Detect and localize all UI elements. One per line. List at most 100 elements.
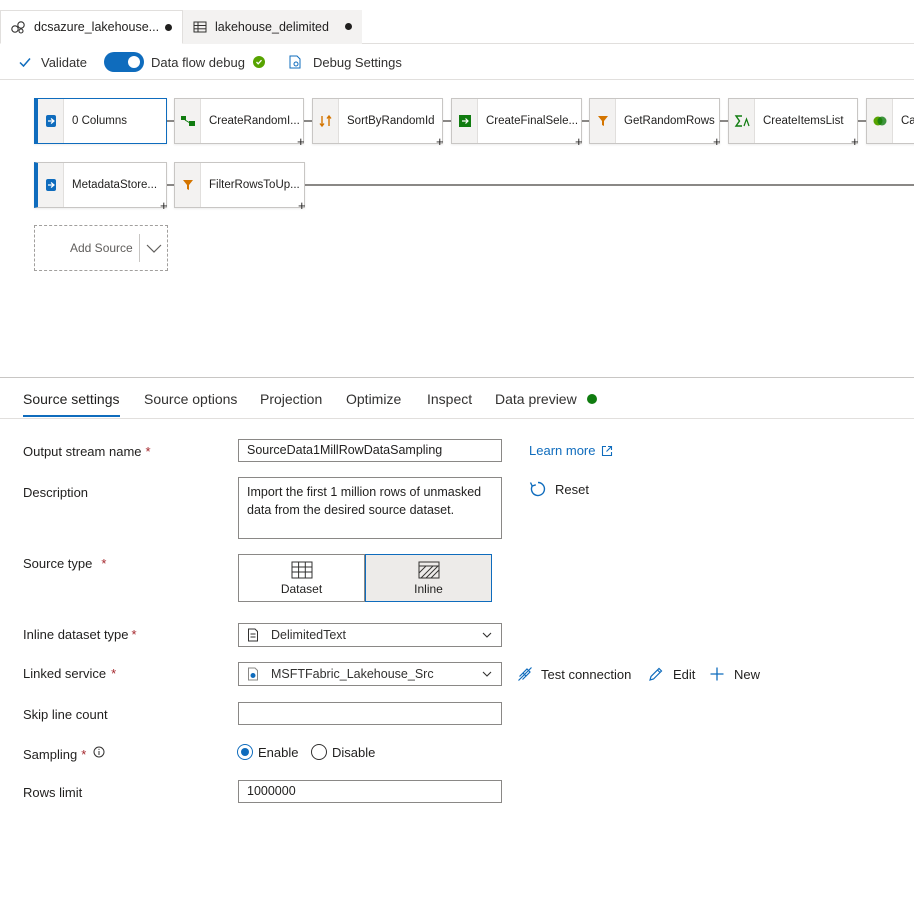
checkmark-icon bbox=[19, 58, 31, 68]
tab-lakehouse-delimited[interactable]: lakehouse_delimited bbox=[183, 10, 362, 44]
source-type-inline-button[interactable]: Inline bbox=[365, 554, 492, 602]
tab-source-settings[interactable]: Source settings bbox=[23, 379, 120, 419]
source-icon bbox=[38, 99, 64, 143]
add-step-icon[interactable]: + bbox=[160, 199, 168, 212]
flow-node-create-items-list[interactable]: CreateItemsList bbox=[728, 98, 858, 144]
filter-icon bbox=[175, 163, 201, 207]
chevron-down-icon bbox=[482, 632, 492, 638]
sort-icon bbox=[313, 99, 339, 143]
learn-more-link[interactable]: Learn more bbox=[529, 443, 613, 458]
join-icon bbox=[867, 99, 893, 143]
add-step-icon[interactable]: + bbox=[436, 135, 444, 148]
tab-dcsazure-lakehouse[interactable]: dcsazure_lakehouse... bbox=[0, 10, 183, 44]
new-button[interactable]: New bbox=[709, 666, 760, 682]
flow-node-create-random-id[interactable]: CreateRandomI... bbox=[174, 98, 304, 144]
select-icon bbox=[452, 99, 478, 143]
tab-source-options[interactable]: Source options bbox=[144, 379, 237, 419]
tab-optimize[interactable]: Optimize bbox=[346, 379, 401, 419]
flow-node-partial[interactable]: Ca bbox=[866, 98, 914, 144]
flow-node-create-final-select[interactable]: CreateFinalSele... bbox=[451, 98, 582, 144]
aggregate-icon bbox=[729, 99, 755, 143]
radio-selected-icon bbox=[237, 744, 253, 760]
validate-button[interactable]: Validate bbox=[18, 44, 87, 80]
node-label: CreateRandomI... bbox=[209, 115, 300, 127]
add-step-icon[interactable]: + bbox=[713, 135, 721, 148]
tab-inspect[interactable]: Inspect bbox=[427, 379, 472, 419]
rows-limit-label: Rows limit bbox=[23, 785, 83, 800]
inline-hatch-icon bbox=[418, 561, 439, 578]
node-label: CreateItemsList bbox=[763, 115, 844, 127]
toolbar: Validate Data flow debug Debug Settings bbox=[0, 44, 914, 80]
linked-service-label: Linked service * bbox=[23, 666, 117, 681]
unsaved-dot-icon bbox=[165, 24, 172, 31]
chevron-down-icon[interactable] bbox=[145, 241, 163, 255]
sampling-disable-radio[interactable]: Disable bbox=[311, 744, 375, 760]
node-label: GetRandomRows bbox=[624, 115, 715, 127]
debug-settings-button[interactable]: Debug Settings bbox=[287, 44, 402, 80]
node-label: Ca bbox=[901, 115, 914, 127]
divider bbox=[139, 234, 140, 262]
tab-data-preview[interactable]: Data preview bbox=[495, 379, 597, 419]
flow-node-metadata-store[interactable]: MetadataStore... bbox=[34, 162, 167, 208]
table-icon bbox=[291, 561, 312, 578]
sampling-enable-radio[interactable]: Enable bbox=[237, 744, 298, 760]
plug-icon bbox=[518, 667, 532, 681]
delimited-file-icon bbox=[248, 628, 258, 642]
source-type-dataset-button[interactable]: Dataset bbox=[238, 554, 365, 602]
radio-unselected-icon bbox=[311, 744, 327, 760]
output-stream-input[interactable]: SourceData1MillRowDataSampling bbox=[238, 439, 502, 462]
add-source-label: Add Source bbox=[70, 241, 133, 255]
lakehouse-icon bbox=[248, 667, 258, 681]
debug-ok-icon bbox=[252, 56, 265, 68]
external-link-icon bbox=[602, 445, 613, 456]
add-step-icon[interactable]: + bbox=[851, 135, 859, 148]
skip-line-count-input[interactable] bbox=[238, 702, 502, 725]
validate-label: Validate bbox=[41, 54, 88, 70]
tab-projection[interactable]: Projection bbox=[260, 379, 322, 419]
add-step-icon[interactable]: + bbox=[575, 135, 583, 148]
data-flow-debug: Data flow debug bbox=[104, 44, 265, 80]
node-label: 0 Columns bbox=[72, 115, 127, 127]
settings-file-icon bbox=[289, 55, 301, 69]
test-connection-button[interactable]: Test connection bbox=[517, 666, 631, 682]
linked-service-select[interactable]: MSFTFabric_Lakehouse_Src bbox=[238, 662, 502, 686]
inline-dataset-type-select[interactable]: DelimitedText bbox=[238, 623, 502, 647]
filter-icon bbox=[590, 99, 616, 143]
tab-label: lakehouse_delimited bbox=[215, 20, 329, 34]
plus-icon bbox=[710, 667, 724, 681]
reset-button[interactable]: Reset bbox=[529, 480, 589, 498]
node-label: MetadataStore... bbox=[72, 179, 158, 191]
flow-node-get-random-rows[interactable]: GetRandomRows bbox=[589, 98, 720, 144]
settings-tab-bar: Source settings Source options Projectio… bbox=[0, 379, 914, 419]
add-step-icon[interactable]: + bbox=[298, 199, 306, 212]
dataflow-canvas[interactable]: 0 Columns CreateRandomI... + SortByRando… bbox=[0, 81, 914, 378]
source-icon bbox=[38, 163, 64, 207]
description-textarea[interactable]: Import the first 1 million rows of unmas… bbox=[238, 477, 502, 539]
info-icon[interactable] bbox=[93, 746, 105, 758]
rows-limit-input[interactable]: 1000000 bbox=[238, 780, 502, 803]
tab-label: Data preview bbox=[495, 391, 577, 407]
sampling-label: Sampling * bbox=[23, 746, 105, 762]
status-dot-icon bbox=[586, 394, 597, 404]
flow-node-sort-by-random-id[interactable]: SortByRandomId bbox=[312, 98, 443, 144]
chevron-down-icon bbox=[482, 671, 492, 677]
debug-label: Data flow debug bbox=[151, 54, 245, 70]
document-tab-bar: dcsazure_lakehouse... lakehouse_delimite… bbox=[0, 10, 914, 44]
description-label: Description bbox=[23, 485, 89, 500]
edit-button[interactable]: Edit bbox=[648, 666, 695, 682]
flow-node-source-0-columns[interactable]: 0 Columns bbox=[34, 98, 167, 144]
node-label: FilterRowsToUp... bbox=[209, 179, 300, 191]
tab-label: dcsazure_lakehouse... bbox=[34, 20, 160, 34]
output-stream-label: Output stream name * bbox=[23, 444, 151, 459]
reset-icon bbox=[529, 481, 546, 497]
debug-toggle[interactable] bbox=[104, 52, 144, 72]
inline-dataset-type-label: Inline dataset type * bbox=[23, 627, 137, 642]
flow-node-filter-rows-to-update[interactable]: FilterRowsToUp... bbox=[174, 162, 305, 208]
table-icon bbox=[193, 21, 207, 33]
skip-line-count-label: Skip line count bbox=[23, 707, 108, 722]
derived-column-icon bbox=[175, 99, 201, 143]
node-label: SortByRandomId bbox=[347, 115, 435, 127]
add-source-button[interactable]: Add Source bbox=[34, 225, 168, 271]
add-step-icon[interactable]: + bbox=[297, 135, 305, 148]
source-type-label: Source type * bbox=[23, 556, 107, 571]
